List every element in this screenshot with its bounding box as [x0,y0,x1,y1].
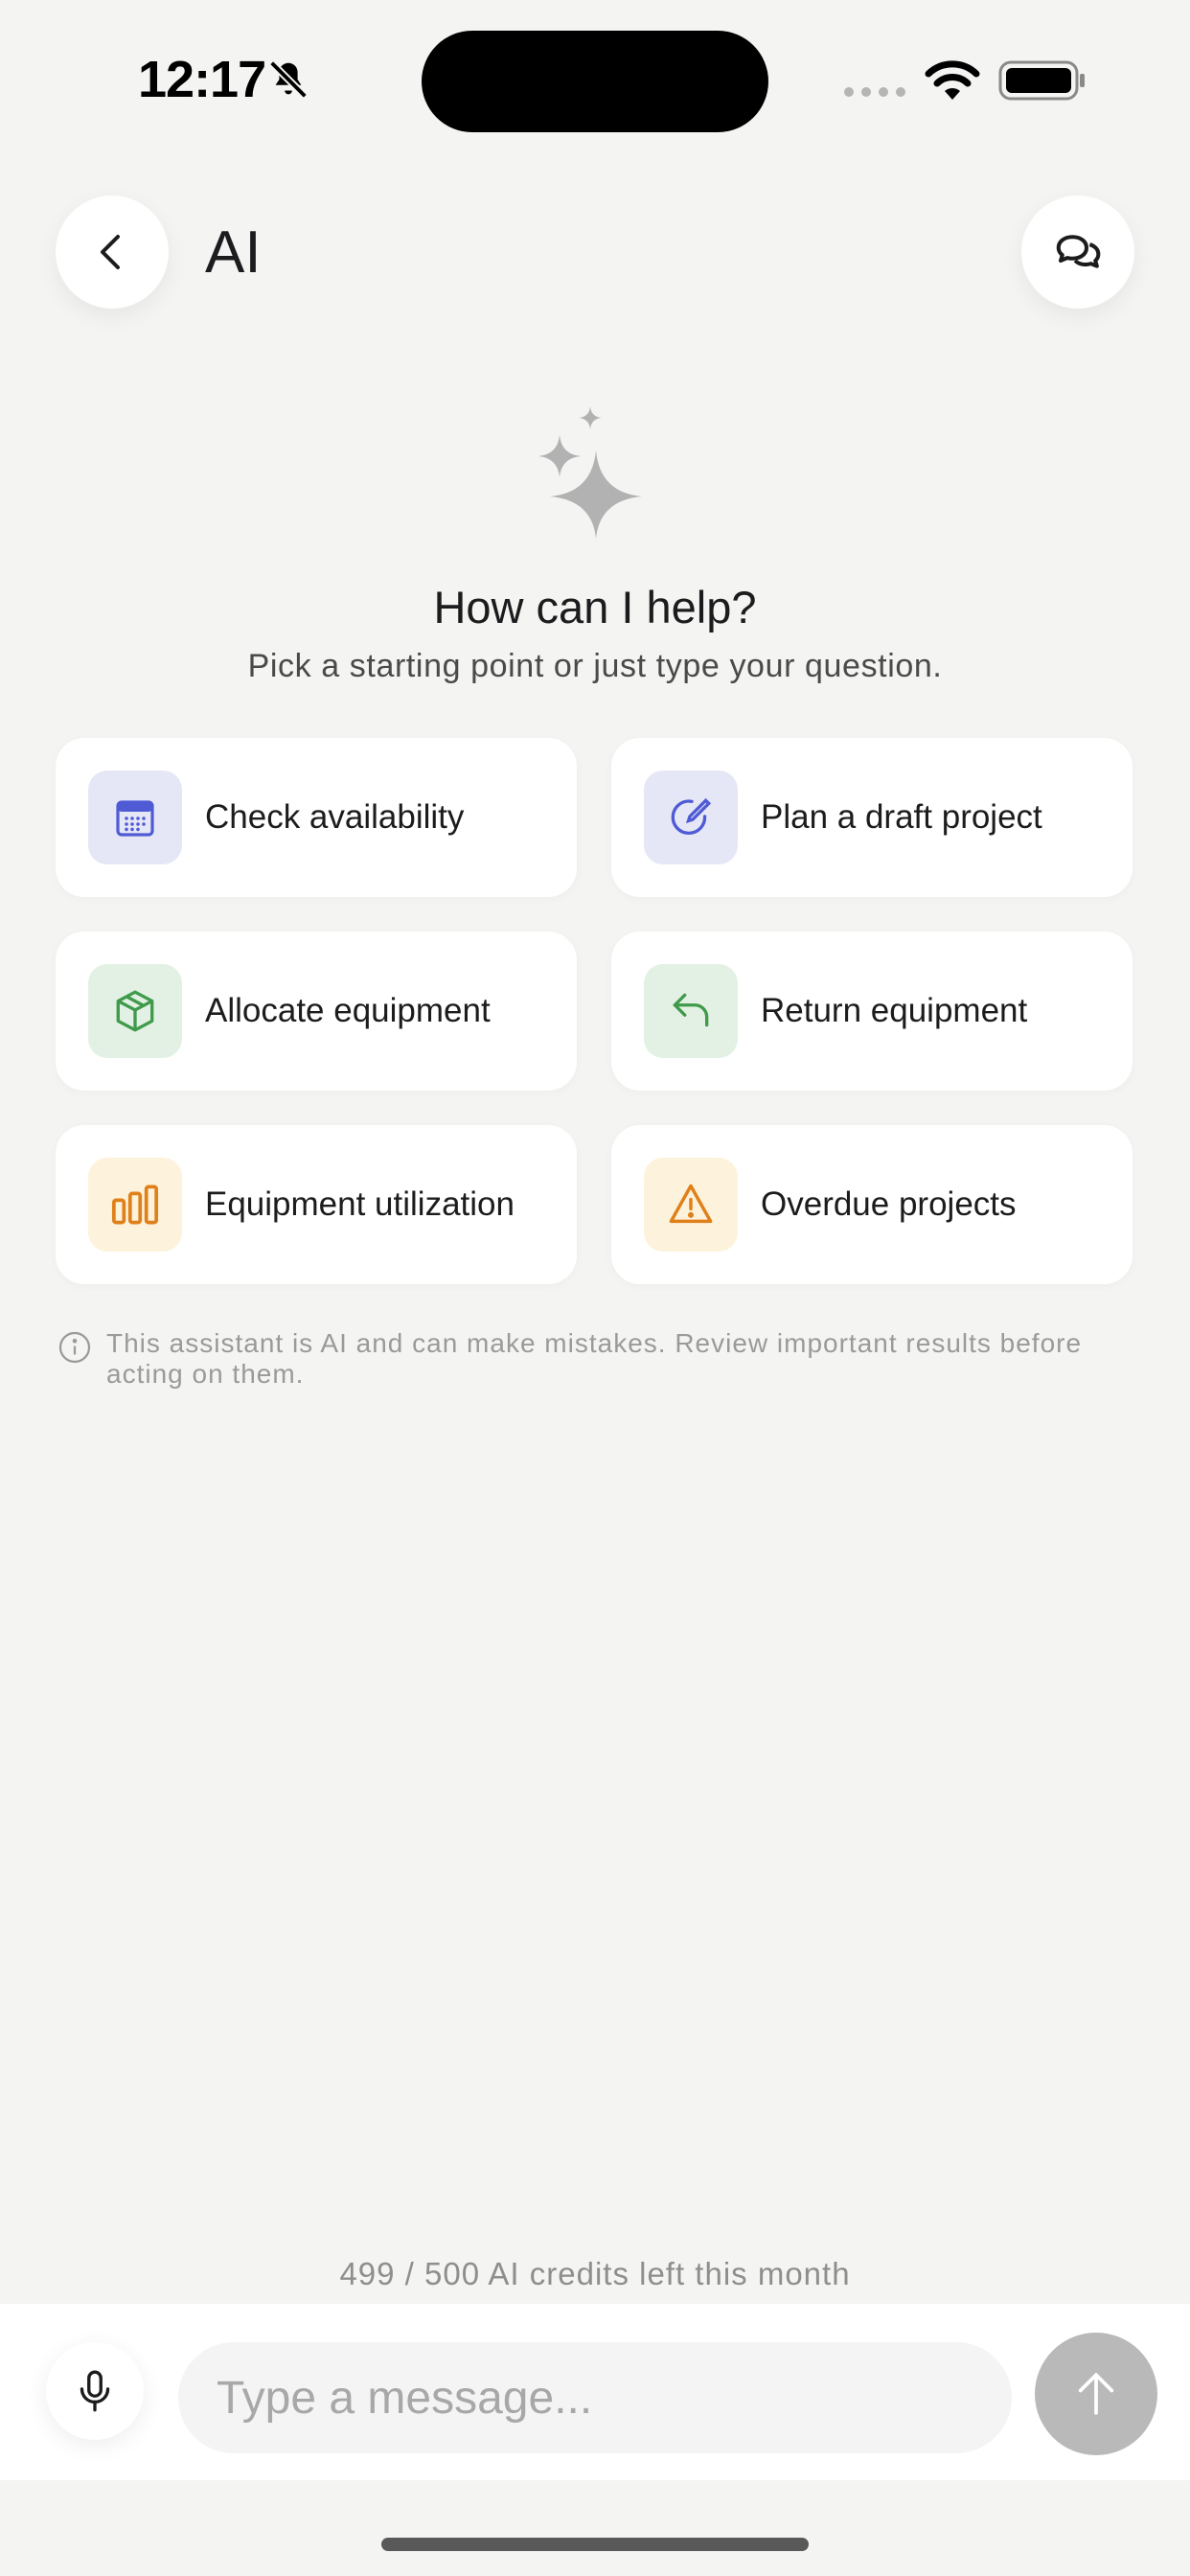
card-icon-wrap [88,770,182,864]
chat-bubbles-icon [1056,235,1101,268]
message-input[interactable] [178,2342,1012,2453]
card-icon-wrap [88,1158,182,1252]
suggestion-check-availability[interactable]: Check availability [56,738,577,897]
suggestion-label: Overdue projects [761,1185,1017,1223]
wifi-icon [925,60,980,100]
return-arrow-icon [673,993,709,1027]
suggestion-allocate-equipment[interactable]: Allocate equipment [56,932,577,1091]
dynamic-island [422,31,768,132]
microphone-button[interactable] [46,2342,144,2440]
card-icon-wrap [88,964,182,1058]
sparkles-icon [538,406,642,539]
send-button[interactable] [1035,2333,1157,2455]
back-button[interactable] [56,196,169,309]
card-icon-wrap [644,1158,738,1252]
suggestion-label: Equipment utilization [205,1185,515,1223]
info-icon [58,1331,91,1364]
arrow-up-icon [1078,2373,1114,2415]
chevron-left-icon [101,235,120,269]
chat-history-button[interactable] [1021,196,1134,309]
warning-triangle-icon [669,1184,713,1224]
microphone-icon [80,2370,110,2412]
suggestion-label: Plan a draft project [761,798,1042,836]
card-icon-wrap [644,770,738,864]
hero-subtitle: Pick a starting point or just type your … [247,648,943,684]
ai-disclaimer: This assistant is AI and can make mistak… [106,1328,1083,1389]
suggestion-equipment-utilization[interactable]: Equipment utilization [56,1125,577,1284]
suggestion-return-equipment[interactable]: Return equipment [611,932,1133,1091]
home-indicator [381,2538,809,2551]
box-icon [116,990,154,1032]
calendar-icon [116,800,154,837]
cellular-signal-icon [844,87,905,97]
suggestion-label: Check availability [205,798,465,836]
bell-slash-icon [269,60,308,99]
status-time: 12:17 [138,51,266,108]
suggestion-label: Return equipment [761,992,1028,1029]
suggestion-overdue-projects[interactable]: Overdue projects [611,1125,1133,1284]
compass-pencil-icon [671,797,712,836]
card-icon-wrap [644,964,738,1058]
suggestion-plan-draft-project[interactable]: Plan a draft project [611,738,1133,897]
bar-chart-icon [111,1184,159,1225]
page-title: AI [205,219,262,286]
suggestion-label: Allocate equipment [205,992,491,1029]
hero-title: How can I help? [433,582,757,632]
ai-credits-counter: 499 / 500 AI credits left this month [339,2256,851,2291]
battery-icon [998,60,1085,101]
